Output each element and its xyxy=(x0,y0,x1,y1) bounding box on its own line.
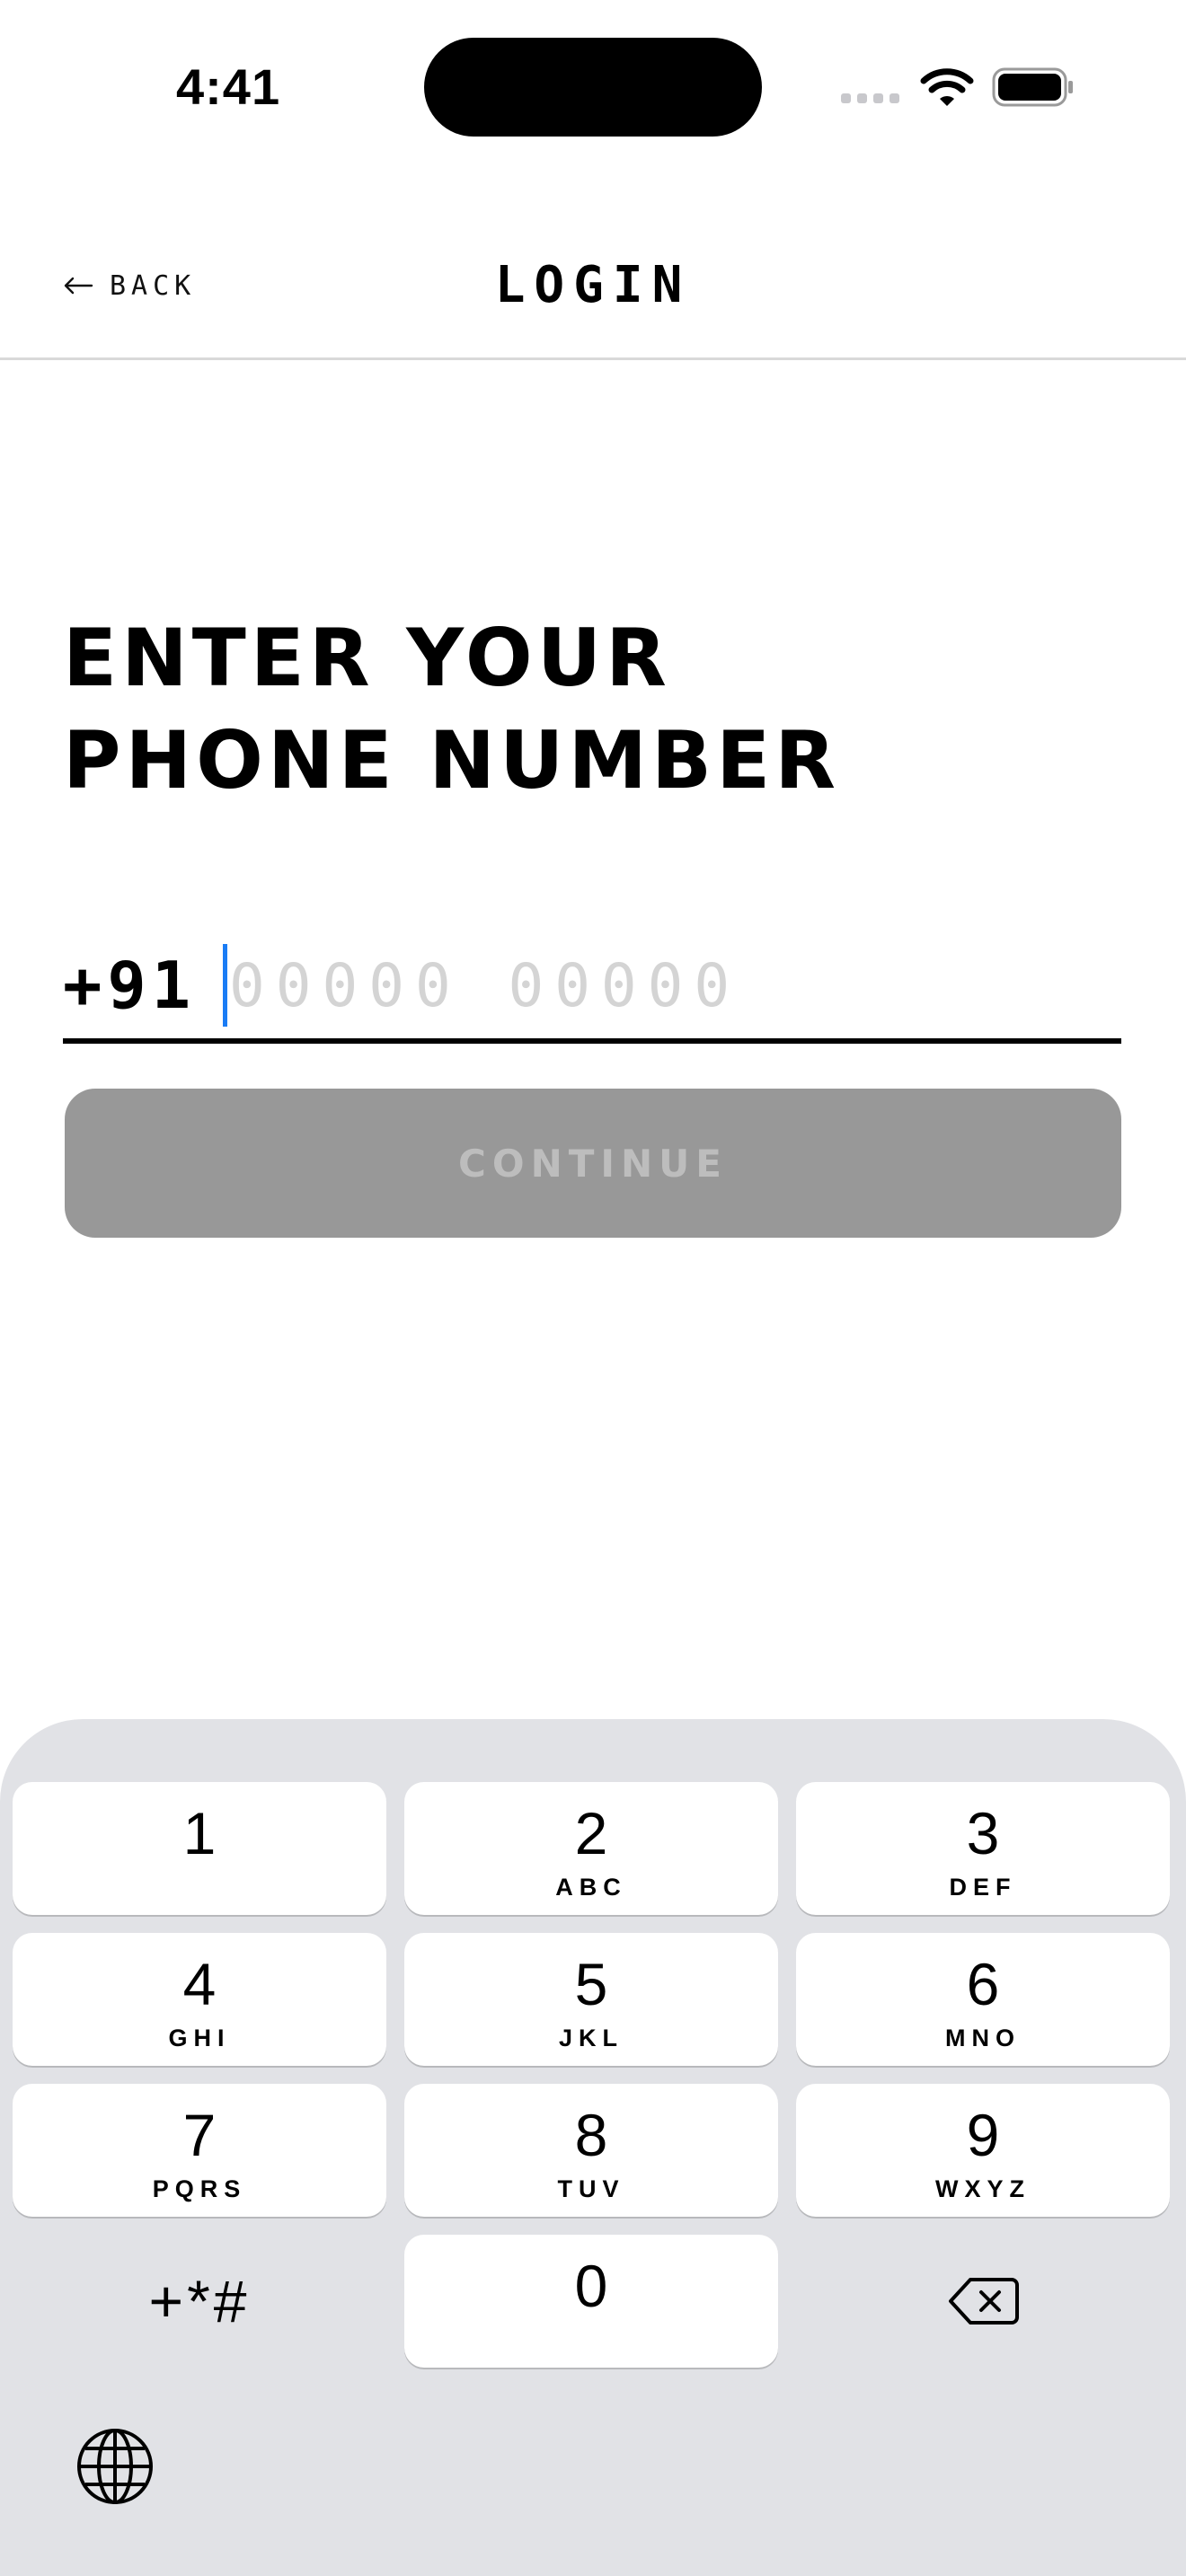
header-divider xyxy=(0,357,1186,360)
key-6[interactable]: 6 MNO xyxy=(796,1933,1170,2066)
key-0[interactable]: 0 xyxy=(404,2235,778,2368)
delete-key[interactable] xyxy=(796,2235,1170,2368)
symbols-label: +*# xyxy=(148,2268,251,2334)
key-digit: 5 xyxy=(574,1951,608,2017)
key-digit: 7 xyxy=(182,2102,217,2168)
key-digit: 9 xyxy=(966,2102,1000,2168)
login-screen: 4:41 BACK LOGIN ENTER YOUR PHONE NUMBER … xyxy=(0,0,1186,2576)
key-8[interactable]: 8 TUV xyxy=(404,2084,778,2217)
heading-line-1: ENTER YOUR xyxy=(63,612,671,704)
key-3[interactable]: 3 DEF xyxy=(796,1782,1170,1915)
symbols-key[interactable]: +*# xyxy=(13,2235,386,2368)
globe-icon[interactable] xyxy=(74,2425,156,2508)
key-letters: MNO xyxy=(945,2025,1021,2051)
key-4[interactable]: 4 GHI xyxy=(13,1933,386,2066)
key-letters: JKL xyxy=(558,2025,624,2051)
key-letters: DEF xyxy=(949,1874,1017,1901)
dynamic-island xyxy=(424,38,762,137)
cellular-signal-icon xyxy=(841,93,899,103)
key-digit: 0 xyxy=(574,2253,608,2319)
key-letters: GHI xyxy=(168,2025,231,2051)
heading-line-2: PHONE NUMBER xyxy=(63,714,840,807)
key-letters: ABC xyxy=(555,1874,627,1901)
text-caret xyxy=(223,944,228,1027)
battery-icon xyxy=(992,67,1073,107)
phone-heading: ENTER YOUR PHONE NUMBER xyxy=(63,607,840,812)
key-digit: 2 xyxy=(574,1800,608,1866)
key-7[interactable]: 7 PQRS xyxy=(13,2084,386,2217)
delete-backspace-icon xyxy=(949,2278,1019,2325)
continue-button[interactable]: CONTINUE xyxy=(65,1089,1121,1238)
key-1[interactable]: 1 xyxy=(13,1782,386,1915)
key-9[interactable]: 9 WXYZ xyxy=(796,2084,1170,2217)
phone-field[interactable]: +91 xyxy=(63,932,1121,1044)
status-time: 4:41 xyxy=(176,58,281,115)
country-code: +91 xyxy=(63,948,197,1023)
key-digit: 4 xyxy=(182,1951,217,2017)
key-digit: 8 xyxy=(574,2102,608,2168)
page-title: LOGIN xyxy=(494,256,692,314)
wifi-icon xyxy=(920,68,974,106)
key-digit: 1 xyxy=(182,1800,217,1866)
key-letters: PQRS xyxy=(152,2175,247,2202)
key-letters: WXYZ xyxy=(935,2175,1031,2202)
key-digit: 6 xyxy=(966,1951,1000,2017)
key-digit: 3 xyxy=(966,1800,1000,1866)
key-2[interactable]: 2 ABC xyxy=(404,1782,778,1915)
phone-number-input[interactable] xyxy=(229,950,913,1020)
key-5[interactable]: 5 JKL xyxy=(404,1933,778,2066)
key-letters: TUV xyxy=(557,2175,625,2202)
